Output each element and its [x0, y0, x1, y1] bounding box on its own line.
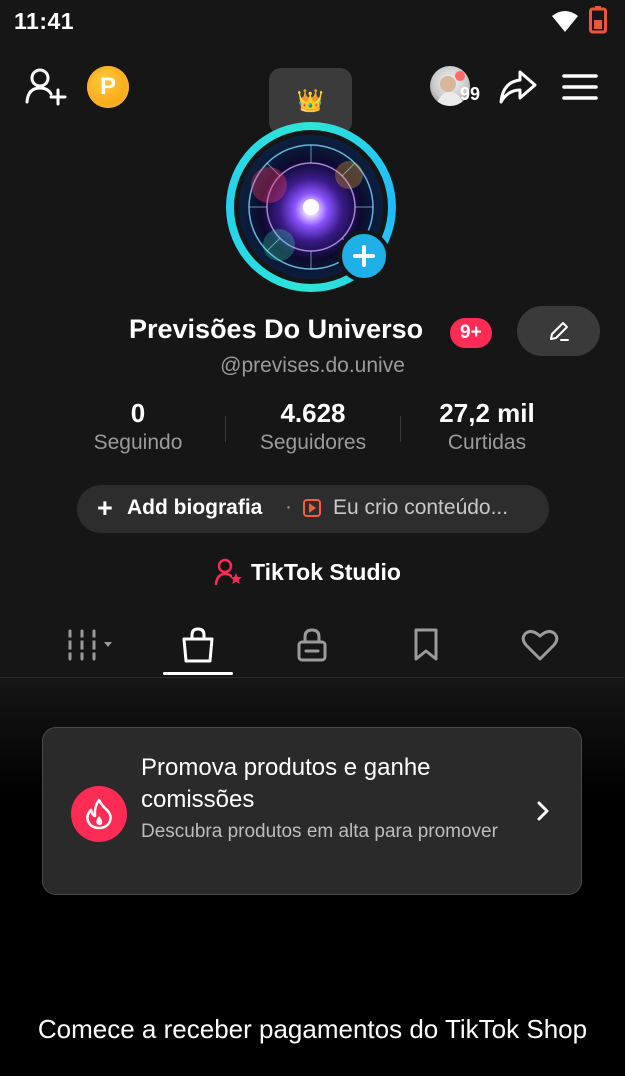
status-time: 11:41: [14, 8, 75, 34]
stat-label: Curtidas: [447, 431, 527, 454]
tab-saved[interactable]: [386, 615, 466, 675]
promote-products-card[interactable]: Promova produtos e ganhe comissões Descu…: [42, 727, 582, 895]
shop-payments-heading: Comece a receber pagamentos do TikTok Sh…: [37, 1014, 588, 1044]
stat-divider: [400, 416, 401, 442]
wifi-icon: [552, 11, 578, 32]
flame-icon-circle: [71, 786, 127, 842]
stat-value: 0: [130, 398, 146, 428]
bio-separator: ·: [285, 495, 292, 518]
bio-pill[interactable]: + Add biografia · Eu crio conteúdo...: [77, 485, 549, 533]
stat-likes[interactable]: 27,2 mil Curtidas: [397, 398, 577, 455]
stat-divider: [225, 416, 226, 442]
add-bio-label: Add biografia: [127, 496, 263, 519]
tabs-divider: [0, 677, 625, 678]
creator-play-icon: [303, 499, 321, 517]
coins-button[interactable]: P: [87, 66, 129, 108]
add-bio-plus-icon: +: [97, 493, 113, 523]
chevron-right-icon: [537, 801, 549, 821]
add-avatar-button[interactable]: [338, 230, 390, 282]
stat-label: Seguidores: [259, 431, 367, 454]
promo-title: Promova produtos e ganhe comissões: [141, 754, 431, 813]
menu-icon[interactable]: [562, 72, 598, 102]
tab-private[interactable]: [272, 615, 352, 675]
plus-icon: [353, 245, 375, 267]
coin-letter: P: [99, 73, 116, 100]
lock-icon: [297, 628, 327, 662]
stat-value: 4.628: [280, 398, 346, 428]
stat-following[interactable]: 0 Seguindo: [48, 398, 228, 455]
profile-name: Previsões Do Universo: [129, 314, 424, 344]
tab-liked[interactable]: [500, 615, 580, 675]
heart-icon: [521, 629, 559, 661]
creator-label: Eu crio conteúdo...: [333, 496, 509, 519]
shopping-bag-icon: [182, 627, 214, 663]
edit-profile-button[interactable]: [517, 306, 600, 356]
studio-person-star-icon: [214, 558, 242, 586]
active-tab-indicator: [163, 672, 233, 675]
stat-value: 27,2 mil: [439, 398, 535, 428]
grid-icon: [64, 629, 112, 661]
tiktok-studio-link[interactable]: TikTok Studio: [0, 556, 625, 588]
bookmark-icon: [414, 628, 438, 661]
tab-shop[interactable]: [158, 615, 238, 675]
friends-count: 99: [460, 84, 481, 104]
crown-icon: 👑: [296, 88, 325, 113]
profile-stats: 0 Seguindo 4.628 Seguidores 27,2 mil Cur…: [0, 398, 625, 468]
battery-icon: [589, 6, 607, 34]
tab-videos[interactable]: [50, 615, 130, 675]
flame-icon: [86, 798, 112, 830]
profile-name-row: Previsões Do Universo 9+: [0, 306, 625, 356]
stat-label: Seguindo: [93, 431, 183, 454]
status-bar: 11:41: [0, 0, 625, 44]
share-icon[interactable]: [498, 66, 538, 106]
promo-subtitle: Descubra produtos em alta para promover: [141, 821, 498, 842]
profile-tabs: [0, 615, 625, 677]
profile-handle: @previses.do.unive: [220, 354, 405, 377]
notification-badge[interactable]: 9+: [450, 318, 492, 348]
pencil-icon: [549, 322, 569, 341]
studio-label: TikTok Studio: [251, 559, 401, 585]
stat-followers[interactable]: 4.628 Seguidores: [223, 398, 403, 455]
add-friend-icon[interactable]: [24, 66, 68, 106]
